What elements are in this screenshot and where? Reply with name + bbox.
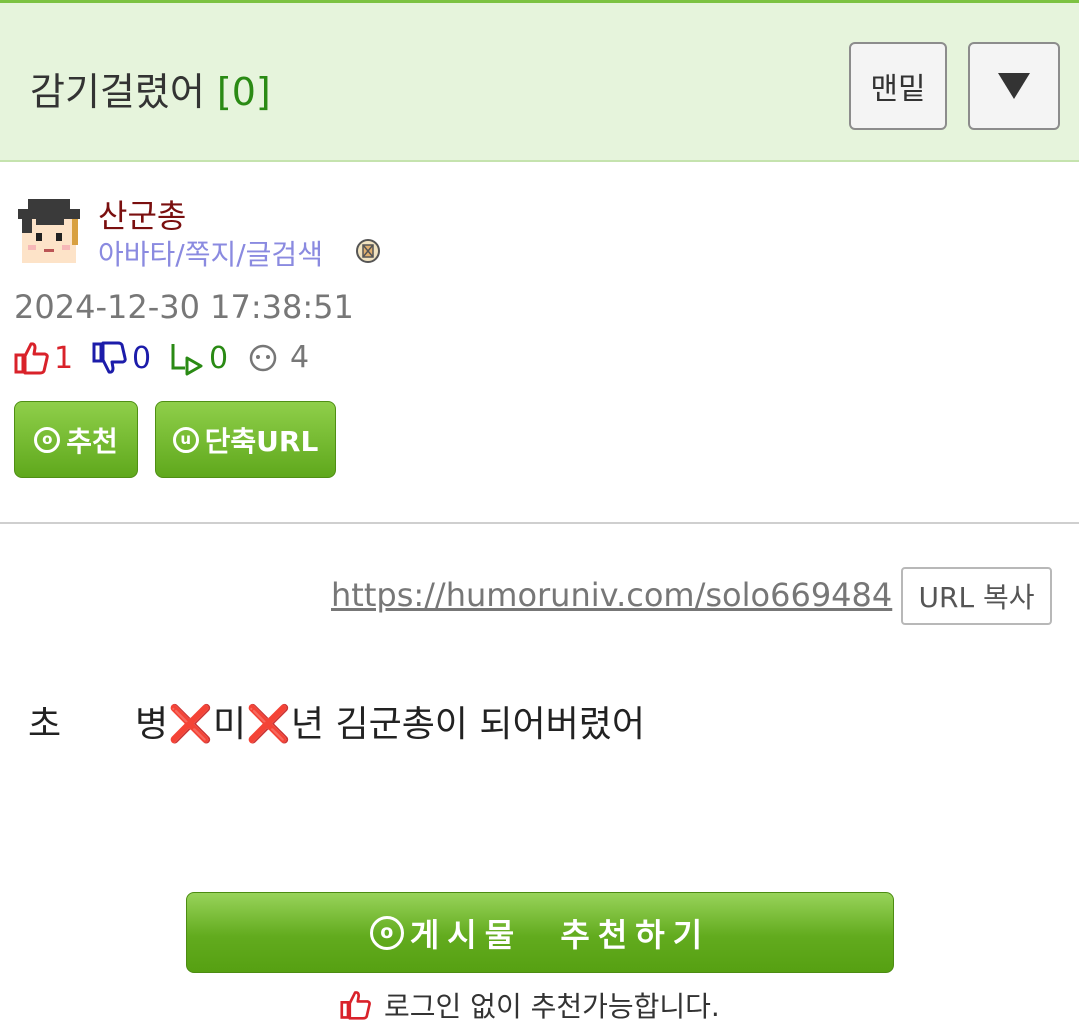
- smiley-view-icon: [249, 344, 277, 371]
- post-body-text: 병❌미❌년 김군총이 되어버렸어: [135, 704, 645, 745]
- post-title-text: 감기걸렸어: [30, 70, 205, 114]
- url-copy-button[interactable]: URL 복사: [901, 567, 1052, 625]
- divider: [0, 522, 1079, 524]
- triangle-down-icon: [998, 73, 1030, 99]
- share-stat: 0: [169, 340, 228, 376]
- oppose-stat: 0: [92, 340, 151, 376]
- dropdown-button[interactable]: [968, 42, 1060, 130]
- view-stat: 4: [248, 340, 309, 375]
- badge-icon: [355, 238, 381, 264]
- post-date: 2024-12-30 17:38:51: [14, 288, 354, 326]
- big-recommend-button[interactable]: o 게시물 추천하기: [186, 892, 894, 973]
- share-arrow-icon: [171, 344, 203, 376]
- author-links[interactable]: 아바타/쪽지/글검색: [98, 233, 323, 273]
- circle-o-icon: o: [34, 426, 61, 453]
- recommend-button[interactable]: o 추천: [14, 401, 138, 478]
- thumbs-down-icon: [92, 341, 127, 374]
- post-title: 감기걸렸어 [0]: [30, 61, 271, 116]
- post-body-prefix: 초: [28, 704, 62, 745]
- comment-count[interactable]: [0]: [217, 70, 271, 114]
- share-count: 0: [209, 340, 229, 376]
- avatar-image: [18, 199, 80, 263]
- big-recommend-label: 게시물 추천하기: [409, 915, 711, 954]
- post-header: 감기걸렸어 [0] 맨밑: [0, 0, 1079, 162]
- short-url-button[interactable]: u 단축URL: [155, 401, 336, 478]
- thumbs-up-icon: [14, 342, 49, 375]
- circle-o-icon: o: [369, 915, 404, 950]
- login-note-text: 로그인 없이 추천가능합니다.: [384, 990, 720, 1023]
- short-url-button-label: 단축URL: [204, 424, 319, 458]
- login-note: 로그인 없이 추천가능합니다.: [340, 985, 720, 1025]
- go-bottom-button[interactable]: 맨밑: [849, 42, 947, 130]
- short-url-link[interactable]: https://humoruniv.com/solo669484: [331, 576, 892, 614]
- circle-u-icon: u: [172, 426, 199, 453]
- recommend-stat: 1: [14, 340, 73, 376]
- view-count: 4: [290, 340, 310, 375]
- oppose-count: 0: [132, 340, 152, 376]
- author-nickname[interactable]: 산군총: [98, 191, 186, 237]
- recommend-button-label: 추천: [66, 424, 118, 458]
- avatar[interactable]: [14, 195, 84, 265]
- recommend-count: 1: [54, 340, 74, 376]
- thumbs-up-icon: [340, 991, 371, 1020]
